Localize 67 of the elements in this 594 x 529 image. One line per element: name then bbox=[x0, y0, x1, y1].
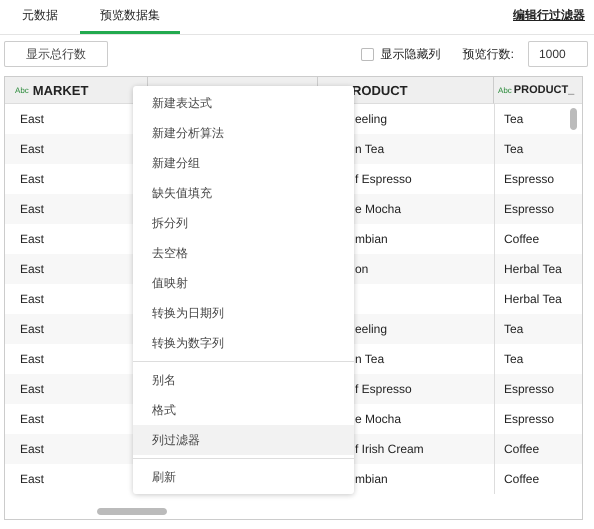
table-cell: mbian bbox=[355, 472, 388, 486]
menu-item[interactable]: 去空格 bbox=[133, 238, 354, 268]
table-cell: e Mocha bbox=[355, 412, 402, 426]
table-cell: eeling bbox=[355, 322, 388, 336]
table-cell: East bbox=[20, 352, 44, 366]
table-cell: on bbox=[355, 262, 368, 276]
table-cell: East bbox=[20, 142, 44, 156]
table-cell: East bbox=[20, 232, 44, 246]
table-cell: Coffee bbox=[504, 232, 540, 246]
table-cell: eeling bbox=[355, 112, 388, 126]
menu-item[interactable]: 列过滤器 bbox=[133, 425, 354, 455]
menu-item[interactable]: 格式 bbox=[133, 395, 354, 425]
table-cell: East bbox=[20, 472, 44, 486]
text-type-icon: Abc bbox=[498, 86, 512, 94]
table-cell: Tea bbox=[504, 322, 524, 336]
edit-row-filter-link[interactable]: 编辑行过滤器 bbox=[513, 6, 585, 24]
table-cell: Coffee bbox=[504, 472, 540, 486]
menu-item[interactable]: 缺失值填充 bbox=[133, 178, 354, 208]
show-total-rows-button[interactable]: 显示总行数 bbox=[4, 41, 108, 67]
column-title: RODUCT bbox=[352, 82, 408, 98]
table-cell: Herbal Tea bbox=[504, 262, 562, 276]
menu-item[interactable]: 值映射 bbox=[133, 268, 354, 298]
column-header[interactable]: Abc PRODUCT_ bbox=[494, 77, 582, 104]
table-cell: East bbox=[20, 292, 44, 306]
table-cell: East bbox=[20, 322, 44, 336]
table-cell: Espresso bbox=[504, 202, 554, 216]
table-cell: e Mocha bbox=[355, 202, 402, 216]
table-cell: Herbal Tea bbox=[504, 292, 562, 306]
scrollbar-thumb[interactable] bbox=[97, 508, 167, 515]
table-cell: Espresso bbox=[504, 412, 554, 426]
table-cell: Tea bbox=[504, 112, 524, 126]
table-cell: East bbox=[20, 202, 44, 216]
table-cell: mbian bbox=[355, 232, 388, 246]
checkbox-label: 显示隐藏列 bbox=[380, 46, 441, 62]
menu-item[interactable]: 转换为数字列 bbox=[133, 328, 354, 358]
menu-item[interactable]: 别名 bbox=[133, 365, 354, 395]
table-cell: f Irish Cream bbox=[355, 442, 424, 456]
table-cell: n Tea bbox=[355, 142, 384, 156]
tab[interactable]: 元数据 bbox=[4, 0, 76, 34]
table-cell: East bbox=[20, 112, 44, 126]
preview-rows-label: 预览行数: bbox=[462, 46, 514, 62]
table-cell: Coffee bbox=[504, 442, 540, 456]
table-cell: Espresso bbox=[504, 172, 554, 186]
table-cell: East bbox=[20, 442, 44, 456]
tab[interactable]: 预览数据集 bbox=[80, 0, 180, 34]
menu-item[interactable]: 转换为日期列 bbox=[133, 298, 354, 328]
table-cell: n Tea bbox=[355, 352, 384, 366]
column-title: PRODUCT_ bbox=[514, 84, 574, 96]
table-cell: East bbox=[20, 262, 44, 276]
menu-item[interactable]: 刷新 bbox=[133, 462, 354, 492]
table-cell: Tea bbox=[504, 352, 524, 366]
menu-item[interactable]: 新建分组 bbox=[133, 148, 354, 178]
menu-item[interactable]: 新建分析算法 bbox=[133, 118, 354, 148]
menu-item[interactable]: 拆分列 bbox=[133, 208, 354, 238]
table-cell: f Espresso bbox=[355, 382, 412, 396]
column-header[interactable]: Abc MARKET bbox=[5, 77, 148, 104]
table-cell: East bbox=[20, 172, 44, 186]
text-type-icon: Abc bbox=[15, 86, 29, 94]
table-cell: East bbox=[20, 412, 44, 426]
scrollbar-thumb[interactable] bbox=[570, 108, 577, 130]
table-cell: Espresso bbox=[504, 382, 554, 396]
preview-rows-input[interactable]: 1000 bbox=[528, 41, 588, 67]
table-cell: f Espresso bbox=[355, 172, 412, 186]
table-cell: East bbox=[20, 382, 44, 396]
checkbox[interactable] bbox=[360, 48, 374, 60]
table-cell: Tea bbox=[504, 142, 524, 156]
column-title: MARKET bbox=[32, 82, 88, 98]
